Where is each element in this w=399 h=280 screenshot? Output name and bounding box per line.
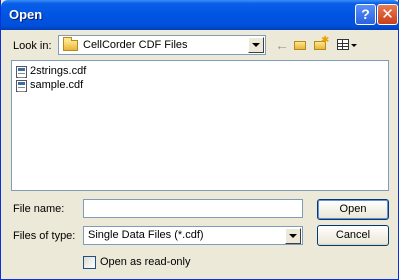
folder-icon [63,37,78,51]
close-button[interactable]: ✕ [377,4,398,25]
files-of-type-label: Files of type: [13,230,76,242]
cancel-button[interactable]: Cancel [317,225,389,246]
file-name: 2strings.cdf [30,65,87,77]
open-button[interactable]: Open [317,199,389,220]
view-grid-icon [337,39,349,50]
look-in-dropdown-arrow[interactable] [248,37,264,53]
look-in-label: Look in: [13,40,52,52]
title-bar[interactable]: Open ? ✕ [1,0,399,30]
look-in-value: CellCorder CDF Files [83,39,188,51]
file-list[interactable]: 2strings.cdf sample.cdf [11,60,389,191]
back-button[interactable]: ← [273,36,291,54]
window-title: Open [9,7,43,22]
file-name-input[interactable] [83,199,303,218]
files-of-type-value: Single Data Files (*.cdf) [88,229,204,241]
chevron-down-icon [351,44,357,47]
look-in-dropdown[interactable]: CellCorder CDF Files [58,35,266,55]
create-new-folder-button[interactable]: ✱ [311,35,329,54]
file-name: sample.cdf [30,79,84,91]
view-menu-button[interactable] [335,36,359,54]
cdf-file-icon [16,80,27,92]
files-of-type-dropdown-arrow[interactable] [285,228,301,244]
read-only-checkbox[interactable] [83,256,96,269]
sparkle-icon: ✱ [321,35,330,46]
up-one-level-button[interactable] [291,36,309,54]
file-name-label: File name: [13,203,65,215]
files-of-type-dropdown[interactable]: Single Data Files (*.cdf) [83,226,303,245]
help-button[interactable]: ? [355,4,376,25]
up-folder-icon [294,41,306,50]
open-dialog: Open ? ✕ Look in: CellCorder CDF Files ←… [0,0,399,280]
cdf-file-icon [16,66,27,78]
read-only-label[interactable]: Open as read-only [100,256,191,268]
